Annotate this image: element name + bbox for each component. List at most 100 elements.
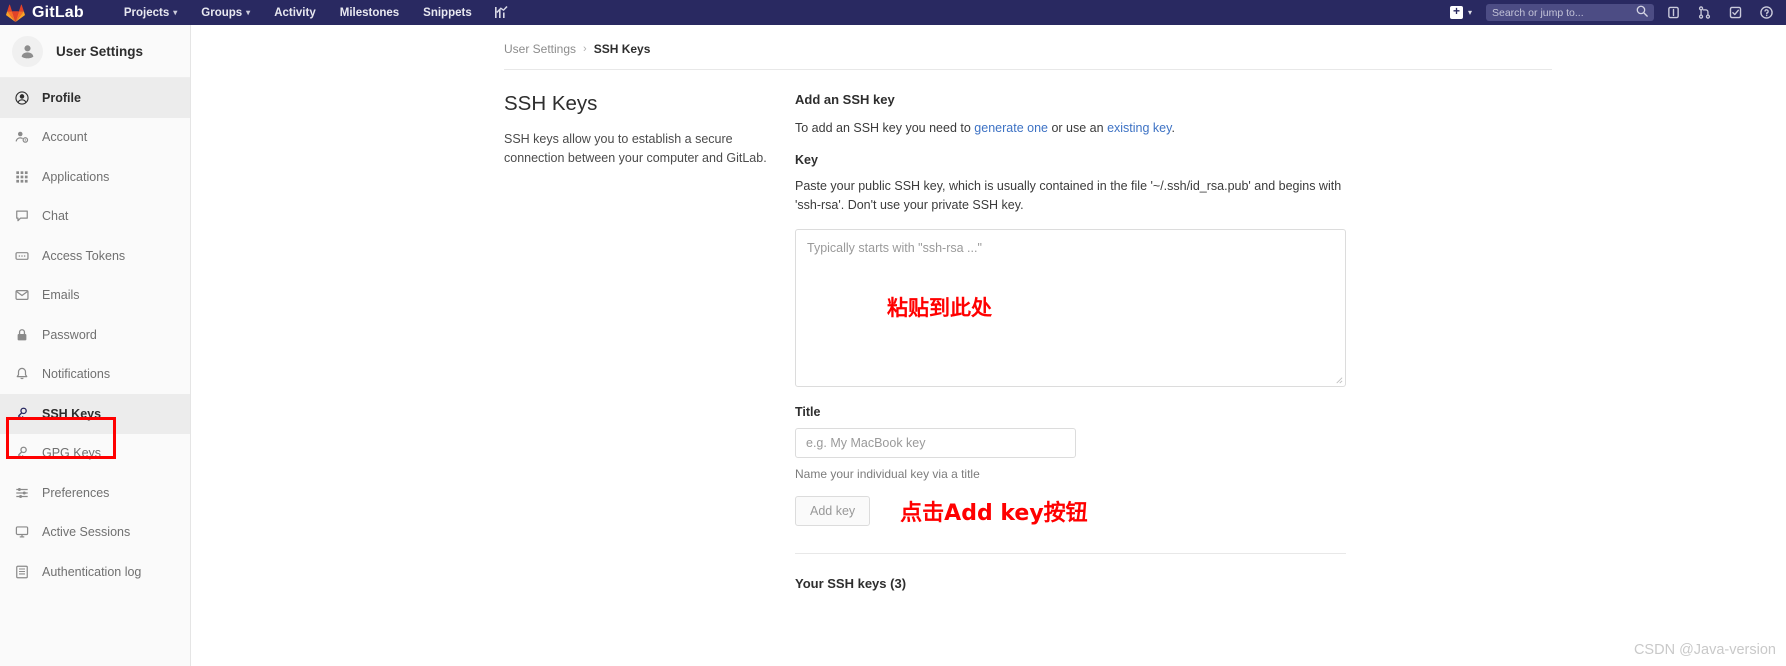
- search-box[interactable]: [1486, 4, 1654, 21]
- merge-requests-icon[interactable]: [1689, 6, 1720, 19]
- sidebar-item-preferences[interactable]: Preferences: [0, 473, 190, 513]
- sidebar-item-authentication-log[interactable]: Authentication log: [0, 552, 190, 592]
- sidebar-title: User Settings: [56, 43, 144, 59]
- sidebar-item-gpg-keys-label: GPG Keys: [42, 446, 102, 461]
- nav-item-milestones-label: Milestones: [339, 6, 400, 19]
- breadcrumb-parent[interactable]: User Settings: [504, 42, 576, 56]
- sidebar-item-active-sessions-label: Active Sessions: [42, 525, 131, 540]
- sidebar-header: User Settings: [0, 25, 190, 78]
- key-field-label: Key: [795, 152, 818, 167]
- sidebar-item-access-tokens[interactable]: Access Tokens: [0, 236, 190, 276]
- sidebar-item-ssh-keys[interactable]: SSH Keys: [0, 394, 190, 434]
- settings-sidebar: User Settings Profile Account Applicatio…: [0, 25, 191, 666]
- breadcrumb-current: SSH Keys: [593, 42, 651, 56]
- nav-item-projects-label: Projects: [123, 6, 170, 19]
- sidebar-item-ssh-keys-label: SSH Keys: [42, 406, 102, 421]
- todos-icon[interactable]: [1720, 6, 1751, 19]
- new-item-button[interactable]: + ▾: [1440, 5, 1482, 19]
- top-navbar: GitLab Projects ▾ Groups ▾ Activity Mile…: [0, 0, 1786, 25]
- envelope-icon: [14, 288, 29, 302]
- sidebar-item-password-label: Password: [42, 327, 97, 342]
- ssh-key-textarea[interactable]: Typically starts with "ssh-rsa ..." 粘贴到此…: [795, 229, 1346, 388]
- sidebar-item-preferences-label: Preferences: [42, 485, 110, 500]
- nav-item-groups-label: Groups: [201, 6, 243, 19]
- sidebar-item-applications-label: Applications: [42, 169, 110, 184]
- chat-bubble-icon: [14, 209, 29, 223]
- sidebar-item-gpg-keys[interactable]: GPG Keys: [0, 434, 190, 474]
- bell-icon: [14, 367, 29, 381]
- nav-item-activity[interactable]: Activity: [262, 7, 328, 19]
- title-field-hint: Name your individual key via a title: [795, 467, 980, 482]
- sidebar-item-notifications[interactable]: Notifications: [0, 355, 190, 395]
- watermark: CSDN @Java-version: [1633, 642, 1776, 658]
- sidebar-item-chat-label: Chat: [42, 209, 69, 224]
- annotation-click-add-key: 点击Add key按钮: [900, 501, 1088, 527]
- chart-icon[interactable]: [484, 6, 518, 19]
- your-ssh-keys-heading: Your SSH keys (3): [795, 576, 907, 592]
- sidebar-item-applications[interactable]: Applications: [0, 157, 190, 197]
- sidebar-item-access-tokens-label: Access Tokens: [42, 248, 126, 263]
- title-field-label: Title: [795, 405, 821, 420]
- nav-links: Projects ▾ Groups ▾ Activity Milestones …: [112, 6, 518, 19]
- applications-grid-icon: [14, 170, 29, 184]
- search-input[interactable]: [1492, 6, 1636, 19]
- title-input[interactable]: [795, 428, 1076, 459]
- preferences-sliders-icon: [14, 486, 29, 500]
- plus-square-icon: +: [1449, 5, 1463, 19]
- access-token-icon: [14, 249, 29, 263]
- search-icon: [1636, 4, 1648, 22]
- nav-item-projects[interactable]: Projects ▾: [112, 7, 189, 19]
- page-description: SSH keys allow you to establish a secure…: [504, 132, 767, 166]
- breadcrumb: User Settings › SSH Keys: [191, 25, 1786, 56]
- sidebar-item-profile[interactable]: Profile: [0, 78, 190, 118]
- gitlab-home-link[interactable]: GitLab: [0, 4, 84, 22]
- sidebar-item-emails-label: Emails: [42, 288, 80, 303]
- existing-key-link[interactable]: existing key: [1107, 121, 1171, 135]
- page-title: SSH Keys: [504, 92, 598, 115]
- intro-suffix: .: [1171, 121, 1175, 135]
- navbar-right: + ▾: [1440, 4, 1786, 21]
- annotation-paste-here: 粘贴到此处: [887, 296, 992, 321]
- profile-icon: [14, 91, 29, 105]
- intro-middle: or use an: [1047, 121, 1108, 135]
- main-content: User Settings › SSH Keys SSH Keys SSH ke…: [191, 25, 1786, 666]
- sidebar-item-active-sessions[interactable]: Active Sessions: [0, 513, 190, 553]
- user-avatar-icon: [12, 35, 43, 67]
- add-key-form-column: Add an SSH key To add an SSH key you nee…: [795, 92, 1355, 591]
- breadcrumb-separator-icon: ›: [583, 43, 587, 55]
- sidebar-item-profile-label: Profile: [42, 90, 81, 105]
- sidebar-item-notifications-label: Notifications: [42, 367, 111, 382]
- add-key-button[interactable]: Add key: [795, 496, 871, 527]
- chevron-down-icon: ▾: [246, 8, 251, 17]
- monitor-icon: [14, 525, 29, 539]
- issues-board-icon[interactable]: [1658, 6, 1689, 19]
- section-divider: [795, 553, 1346, 555]
- chevron-down-icon: ▾: [1467, 8, 1472, 17]
- gitlab-brand-label: GitLab: [32, 3, 84, 21]
- add-ssh-key-heading: Add an SSH key: [795, 92, 895, 107]
- help-icon[interactable]: [1751, 6, 1782, 19]
- gitlab-fox-logo-icon: [6, 4, 25, 22]
- nav-item-snippets[interactable]: Snippets: [411, 7, 484, 19]
- nav-item-groups[interactable]: Groups ▾: [189, 7, 262, 19]
- sidebar-item-emails[interactable]: Emails: [0, 276, 190, 316]
- settings-columns: SSH Keys SSH keys allow you to establish…: [191, 70, 1786, 591]
- lock-icon: [14, 328, 29, 342]
- add-key-intro: To add an SSH key you need to generate o…: [795, 119, 1355, 138]
- key-field-help: Paste your public SSH key, which is usua…: [795, 178, 1342, 212]
- nav-item-activity-label: Activity: [274, 6, 316, 19]
- account-icon: [14, 130, 29, 144]
- sidebar-item-authentication-log-label: Authentication log: [42, 564, 142, 579]
- nav-item-milestones[interactable]: Milestones: [328, 7, 411, 19]
- sidebar-item-account-label: Account: [42, 130, 88, 145]
- nav-item-snippets-label: Snippets: [423, 6, 472, 19]
- sidebar-item-password[interactable]: Password: [0, 315, 190, 355]
- textarea-resize-handle[interactable]: [1334, 375, 1343, 384]
- sidebar-item-account[interactable]: Account: [0, 118, 190, 158]
- sidebar-item-chat[interactable]: Chat: [0, 197, 190, 237]
- key-icon: [14, 446, 29, 460]
- chevron-down-icon: ▾: [173, 8, 178, 17]
- key-icon: [14, 407, 29, 421]
- log-list-icon: [14, 565, 29, 579]
- generate-one-link[interactable]: generate one: [974, 121, 1048, 135]
